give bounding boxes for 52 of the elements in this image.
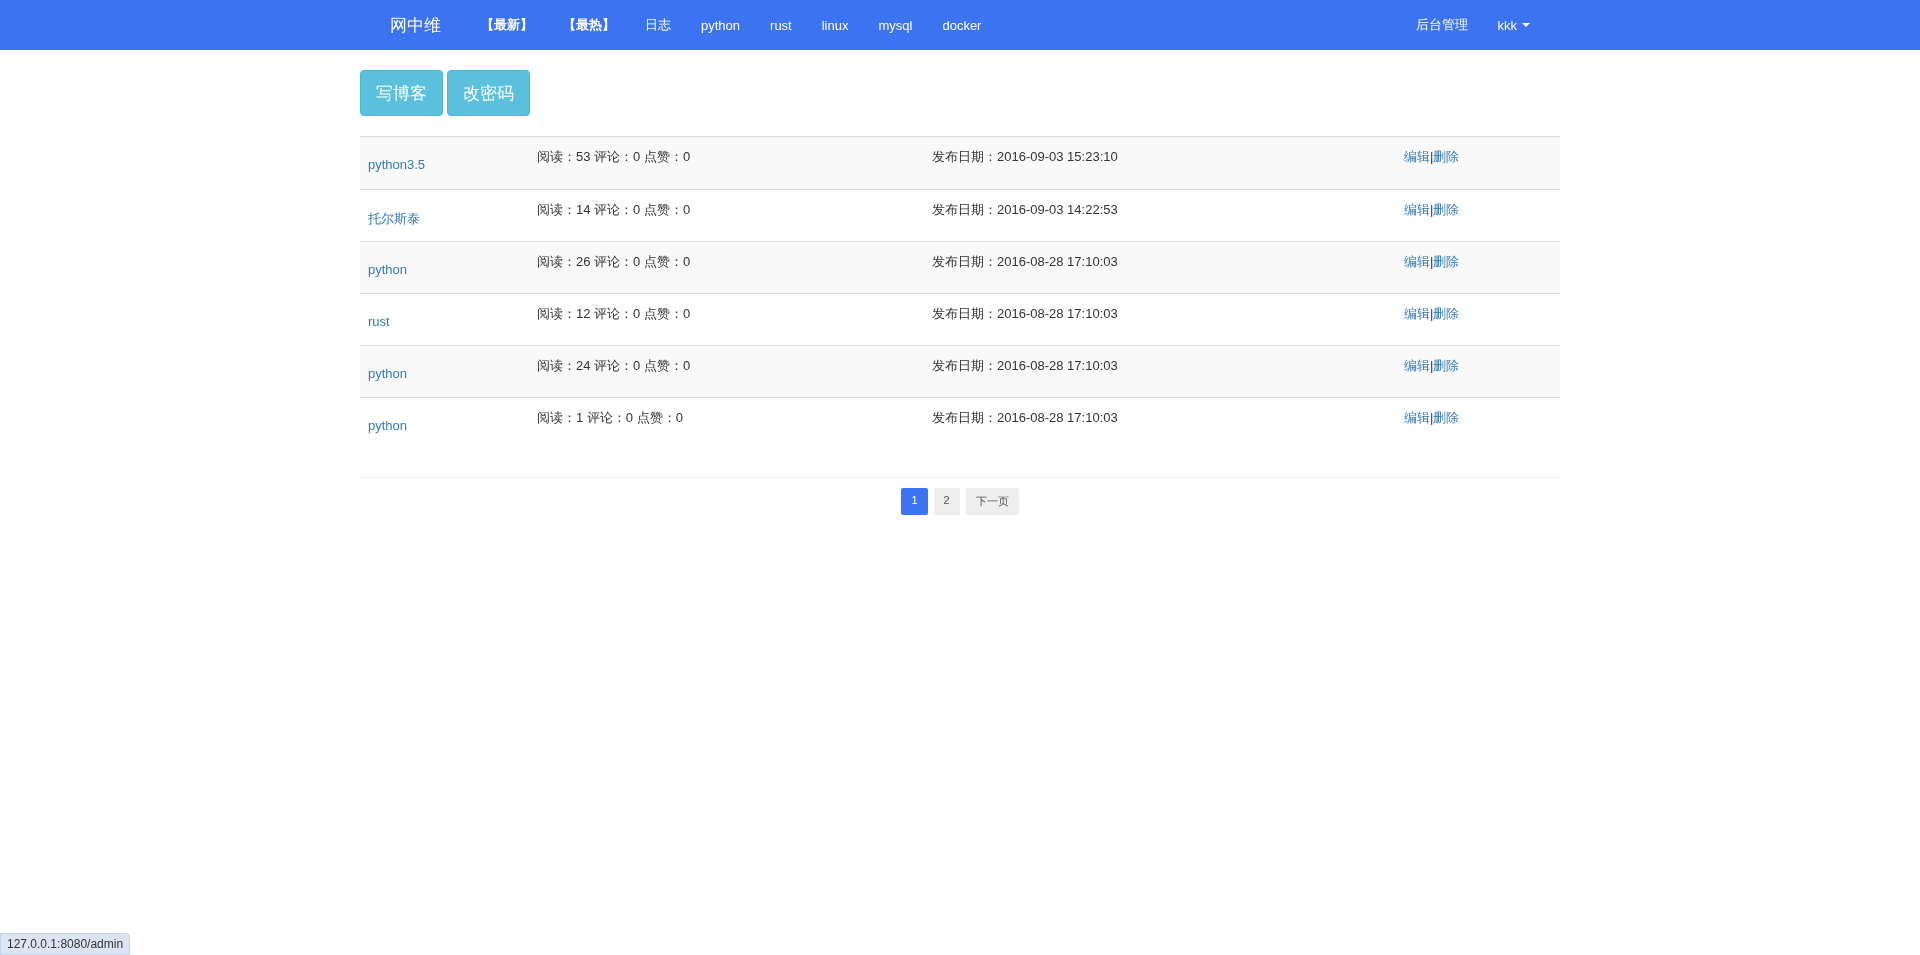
post-stats: 阅读：14 评论：0 点赞：0	[537, 202, 691, 217]
edit-link[interactable]: 编辑	[1404, 306, 1430, 321]
post-date: 发布日期：2016-08-28 17:10:03	[932, 410, 1118, 425]
nav-link[interactable]: 日志	[630, 16, 686, 34]
edit-link[interactable]: 编辑	[1404, 254, 1430, 269]
post-title-link[interactable]: python	[368, 366, 408, 381]
link-separator: |	[1430, 358, 1434, 373]
nav-link[interactable]: python	[686, 17, 756, 33]
nav-link[interactable]: rust	[755, 17, 807, 33]
edit-link[interactable]: 编辑	[1404, 149, 1430, 164]
page-button[interactable]: 1	[901, 488, 928, 515]
link-separator: |	[1430, 306, 1434, 321]
admin-link[interactable]: 后台管理	[1400, 16, 1483, 34]
caret-icon	[1522, 23, 1530, 27]
link-separator: |	[1430, 254, 1434, 269]
post-stats: 阅读：24 评论：0 点赞：0	[537, 358, 691, 373]
status-url: 127.0.0.1:8080/admin	[0, 933, 131, 955]
nav-link[interactable]: mysql	[863, 17, 928, 33]
delete-link[interactable]: 删除	[1433, 306, 1460, 321]
post-date: 发布日期：2016-08-28 17:10:03	[932, 358, 1118, 373]
edit-link[interactable]: 编辑	[1404, 202, 1430, 217]
nav-link[interactable]: 【最热】	[548, 16, 630, 34]
post-date: 发布日期：2016-08-28 17:10:03	[932, 254, 1118, 269]
post-stats: 阅读：53 评论：0 点赞：0	[537, 149, 691, 164]
post-title-link[interactable]: python	[368, 418, 408, 433]
post-date: 发布日期：2016-08-28 17:10:03	[932, 306, 1118, 321]
post-title-link[interactable]: python	[368, 262, 408, 277]
nav-link[interactable]: linux	[806, 17, 864, 33]
post-title-link[interactable]: python3.5	[368, 157, 426, 172]
nav-link[interactable]: docker	[927, 17, 997, 33]
delete-link[interactable]: 删除	[1433, 202, 1460, 217]
post-stats: 阅读：1 评论：0 点赞：0	[537, 410, 683, 425]
link-separator: |	[1430, 149, 1434, 164]
delete-link[interactable]: 删除	[1433, 254, 1460, 269]
post-date: 发布日期：2016-09-03 15:23:10	[932, 149, 1118, 164]
link-separator: |	[1430, 202, 1434, 217]
brand-link[interactable]: 网中维	[360, 13, 456, 37]
link-separator: |	[1430, 410, 1434, 425]
post-title-link[interactable]: 托尔斯泰	[368, 210, 420, 228]
edit-link[interactable]: 编辑	[1404, 410, 1430, 425]
delete-link[interactable]: 删除	[1433, 410, 1460, 425]
page-button[interactable]: 2	[933, 488, 960, 515]
edit-link[interactable]: 编辑	[1404, 358, 1430, 373]
post-title-link[interactable]: rust	[368, 314, 390, 329]
delete-link[interactable]: 删除	[1433, 358, 1460, 373]
post-stats: 阅读：12 评论：0 点赞：0	[537, 306, 691, 321]
delete-link[interactable]: 删除	[1433, 149, 1460, 164]
post-date: 发布日期：2016-09-03 14:22:53	[932, 202, 1118, 217]
user-menu[interactable]: kkk	[1482, 17, 1545, 33]
post-stats: 阅读：26 评论：0 点赞：0	[537, 254, 691, 269]
page-button[interactable]: 下一页	[965, 488, 1019, 515]
nav-link[interactable]: 【最新】	[466, 16, 548, 34]
